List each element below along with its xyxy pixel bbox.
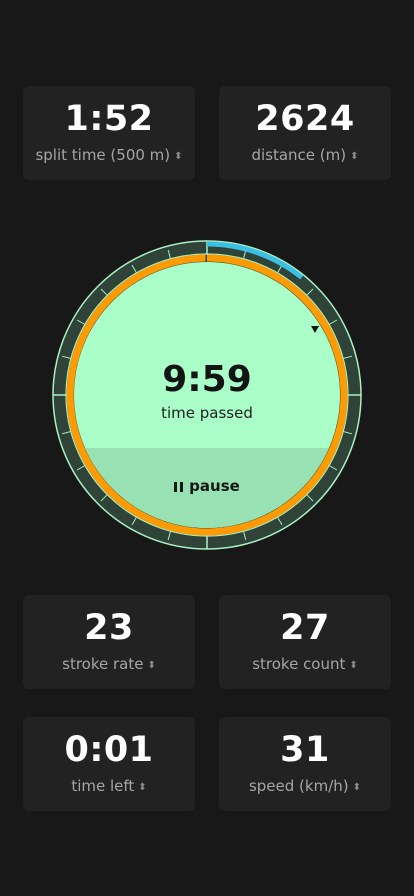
sort-updown-icon: ⬍ (147, 660, 156, 671)
workout-dial: 9:59 time passed pause (52, 240, 362, 550)
time-passed-value: 9:59 (162, 359, 252, 400)
split-time-value: 1:52 (64, 99, 154, 139)
stroke-rate-tile[interactable]: 23 stroke rate ⬍ (23, 595, 195, 689)
speed-label: speed (km/h) ⬍ (219, 777, 391, 797)
stroke-count-value: 27 (280, 608, 330, 648)
pause-icon (174, 482, 184, 492)
split-time-label-text: split time (500 m) (35, 146, 171, 164)
time-passed-label: time passed (161, 404, 253, 422)
speed-label-text: speed (km/h) (248, 777, 349, 795)
rowing-workout-screen: 1:52 split time (500 m) ⬍ 2624 distance (… (0, 0, 414, 896)
time-left-label: time left ⬍ (23, 777, 195, 797)
stroke-rate-label-text: stroke rate (62, 655, 144, 673)
distance-label: distance (m) ⬍ (219, 146, 391, 166)
distance-label-text: distance (m) (251, 146, 347, 164)
sort-updown-icon: ⬍ (352, 782, 362, 793)
split-time-label: split time (500 m) ⬍ (23, 146, 195, 166)
sort-updown-icon: ⬍ (174, 151, 183, 162)
sort-updown-icon: ⬍ (349, 660, 358, 671)
stroke-count-tile[interactable]: 27 stroke count ⬍ (219, 595, 391, 689)
stroke-count-label-text: stroke count (252, 655, 346, 673)
sort-updown-icon: ⬍ (138, 782, 147, 793)
stroke-rate-value: 23 (84, 608, 134, 648)
distance-value: 2624 (255, 99, 355, 139)
pause-button[interactable]: pause (112, 474, 302, 498)
time-left-tile[interactable]: 0:01 time left ⬍ (23, 717, 195, 811)
pause-label: pause (189, 477, 240, 495)
sort-updown-icon: ⬍ (350, 151, 359, 162)
time-left-label-text: time left (71, 777, 135, 795)
stroke-count-label: stroke count ⬍ (219, 655, 391, 675)
split-time-tile[interactable]: 1:52 split time (500 m) ⬍ (23, 86, 195, 180)
speed-tile[interactable]: 31 speed (km/h) ⬍ (219, 717, 391, 811)
distance-tile[interactable]: 2624 distance (m) ⬍ (219, 86, 391, 180)
time-left-value: 0:01 (64, 730, 154, 770)
stroke-rate-label: stroke rate ⬍ (23, 655, 195, 675)
speed-value: 31 (280, 730, 330, 770)
